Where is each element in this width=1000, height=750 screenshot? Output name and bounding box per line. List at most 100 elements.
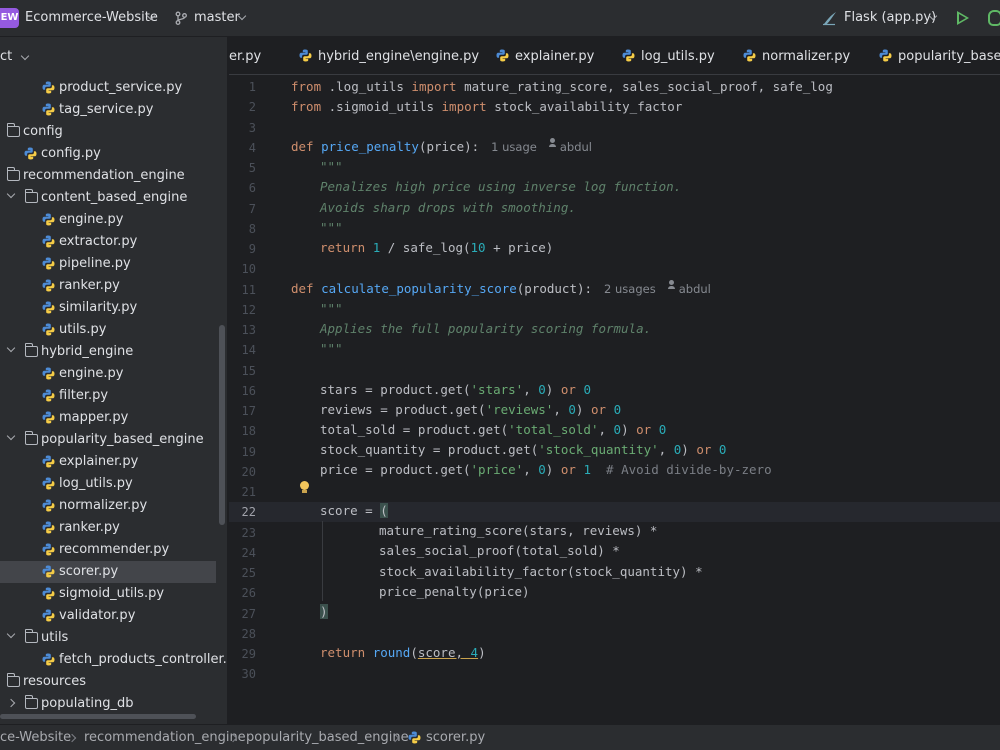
tree-item-popularity-based-engine[interactable]: popularity_based_engine <box>0 429 227 451</box>
tree-item-resources[interactable]: resources <box>0 671 227 693</box>
code-line-2[interactable]: from .sigmoid_utils import stock_availab… <box>291 99 682 114</box>
code-editor[interactable]: 1 2 3 4 5 6 7 8 9 10 11 12 13 14 15 16 17 18 19 20 21 22 23 24 2… <box>229 75 1000 724</box>
project-badge[interactable]: EW <box>0 8 19 28</box>
code-line-11[interactable]: def calculate_popularity_score(product):… <box>291 280 711 296</box>
chevron-down-icon[interactable] <box>20 51 30 61</box>
tree-item-utils-py[interactable]: utils.py <box>0 319 227 341</box>
tree-item-normalizer-py[interactable]: normalizer.py <box>0 495 227 517</box>
tree-item-fetch-products-controller-py[interactable]: fetch_products_controller.py <box>0 649 227 671</box>
tree-item-tag-service-py[interactable]: tag_service.py <box>0 99 227 121</box>
line-number[interactable]: 5 <box>229 161 256 175</box>
line-number[interactable]: 8 <box>229 222 256 236</box>
line-number[interactable]: 29 <box>229 647 256 661</box>
line-number[interactable]: 3 <box>229 121 256 135</box>
tree-item-explainer-py[interactable]: explainer.py <box>0 451 227 473</box>
line-number[interactable]: 17 <box>229 404 256 418</box>
code-line-20[interactable]: price = product.get('price', 0) or 1 # A… <box>320 462 772 477</box>
line-number[interactable]: 11 <box>229 283 256 297</box>
code-line-29[interactable]: return round(score, 4) <box>320 645 486 660</box>
line-number[interactable]: 18 <box>229 424 256 438</box>
usage-hint[interactable]: 1 usage <box>491 140 537 154</box>
code-line-14[interactable]: """ <box>320 341 343 356</box>
run-configuration[interactable]: Flask (app.py) <box>844 10 936 25</box>
breadcrumb-recommendation-engine[interactable]: recommendation_engine <box>84 730 246 745</box>
breadcrumb-file[interactable]: scorer.py <box>426 730 485 745</box>
code-line-23[interactable]: mature_rating_score(stars, reviews) * <box>379 523 657 538</box>
tree-item-recommendation-engine[interactable]: recommendation_engine <box>0 165 227 187</box>
chevron-down-icon[interactable] <box>6 189 16 199</box>
code-line-18[interactable]: total_sold = product.get('total_sold', 0… <box>320 422 666 437</box>
author-hint[interactable]: abdul <box>560 140 592 154</box>
vertical-scrollbar[interactable] <box>219 325 225 525</box>
author-hint[interactable]: abdul <box>679 282 711 296</box>
code-line-9[interactable]: return 1 / safe_log(10 + price) <box>320 240 553 255</box>
line-number[interactable]: 24 <box>229 546 256 560</box>
code-line-17[interactable]: reviews = product.get('reviews', 0) or 0 <box>320 402 621 417</box>
code-line-7[interactable]: Avoids sharp drops with smoothing. <box>320 200 576 215</box>
line-number[interactable]: 10 <box>229 262 256 276</box>
tree-item-mapper-py[interactable]: mapper.py <box>0 407 227 429</box>
code-line-25[interactable]: stock_availability_factor(stock_quantity… <box>379 564 703 579</box>
tree-item-filter-py[interactable]: filter.py <box>0 385 227 407</box>
code-line-26[interactable]: price_penalty(price) <box>379 584 530 599</box>
usage-hint[interactable]: 2 usages <box>604 282 656 296</box>
code-line-6[interactable]: Penalizes high price using inverse log f… <box>320 179 681 194</box>
tree-item-similarity-py[interactable]: similarity.py <box>0 297 227 319</box>
tree-item-engine-py[interactable]: engine.py <box>0 209 227 231</box>
line-number[interactable]: 25 <box>229 566 256 580</box>
tree-item-content-based-engine[interactable]: content_based_engine <box>0 187 227 209</box>
line-number[interactable]: 9 <box>229 242 256 256</box>
tree-item-ranker-py[interactable]: ranker.py <box>0 275 227 297</box>
chevron-down-icon[interactable] <box>6 343 16 353</box>
line-number[interactable]: 2 <box>229 100 256 114</box>
tree-item-validator-py[interactable]: validator.py <box>0 605 227 627</box>
tree-item-populating-db[interactable]: populating_db <box>0 693 227 715</box>
tree-item-product-service-py[interactable]: product_service.py <box>0 77 227 99</box>
code-line-24[interactable]: sales_social_proof(total_sold) * <box>379 543 620 558</box>
tree-item-recommender-py[interactable]: recommender.py <box>0 539 227 561</box>
branch-name[interactable]: master <box>194 10 240 25</box>
tree-item-log-utils-py[interactable]: log_utils.py <box>0 473 227 495</box>
line-number[interactable]: 6 <box>229 181 256 195</box>
chevron-down-icon[interactable] <box>6 431 16 441</box>
line-number[interactable]: 1 <box>229 80 256 94</box>
line-number[interactable]: 7 <box>229 202 256 216</box>
tree-item-sigmoid-utils-py[interactable]: sigmoid_utils.py <box>0 583 227 605</box>
line-number[interactable]: 4 <box>229 141 256 155</box>
code-line-27[interactable]: ) <box>320 604 328 619</box>
code-line-4[interactable]: def price_penalty(price): 1 usage abdul <box>291 138 592 154</box>
line-number[interactable]: 14 <box>229 343 256 357</box>
code-line-12[interactable]: """ <box>320 301 343 316</box>
lightbulb-icon[interactable] <box>300 481 309 493</box>
tree-item-scorer-py[interactable]: scorer.py <box>0 561 216 583</box>
tree-item-extractor-py[interactable]: extractor.py <box>0 231 227 253</box>
line-number[interactable]: 21 <box>229 485 256 499</box>
project-name[interactable]: Ecommerce-Website <box>25 10 158 25</box>
code-line-22[interactable]: score = ( <box>320 503 388 518</box>
line-number[interactable]: 19 <box>229 445 256 459</box>
line-number[interactable]: 13 <box>229 323 256 337</box>
code-line-8[interactable]: """ <box>320 220 343 235</box>
chevron-right-icon[interactable] <box>6 698 16 708</box>
run-icon[interactable] <box>957 11 969 25</box>
tree-item-hybrid-engine[interactable]: hybrid_engine <box>0 341 227 363</box>
tree-item-utils[interactable]: utils <box>0 627 227 649</box>
line-number[interactable]: 30 <box>229 667 256 681</box>
line-number[interactable]: 28 <box>229 627 256 641</box>
tree-item-config-py[interactable]: config.py <box>0 143 227 165</box>
horizontal-scrollbar[interactable] <box>0 714 196 719</box>
line-number[interactable]: 16 <box>229 384 256 398</box>
tree-item-pipeline-py[interactable]: pipeline.py <box>0 253 227 275</box>
tree-item-engine-py[interactable]: engine.py <box>0 363 227 385</box>
code-line-19[interactable]: stock_quantity = product.get('stock_quan… <box>320 442 726 457</box>
breadcrumb-project[interactable]: ce-Website <box>0 730 71 745</box>
line-number[interactable]: 12 <box>229 303 256 317</box>
code-line-1[interactable]: from .log_utils import mature_rating_sco… <box>291 79 833 94</box>
branch-icon[interactable] <box>174 11 188 25</box>
line-number[interactable]: 26 <box>229 586 256 600</box>
line-number[interactable]: 27 <box>229 607 256 621</box>
tree-item-config[interactable]: config <box>0 121 227 143</box>
code-line-5[interactable]: """ <box>320 159 343 174</box>
line-number[interactable]: 20 <box>229 465 256 479</box>
chevron-down-icon[interactable] <box>6 629 16 639</box>
